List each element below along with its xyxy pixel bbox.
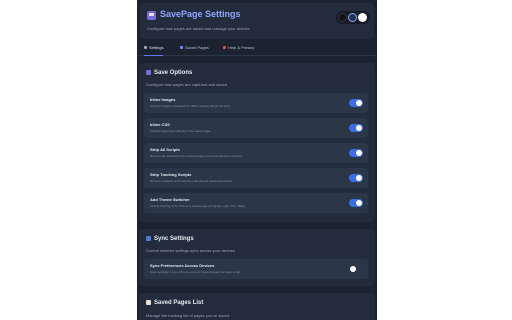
theme-slate-button[interactable]: [348, 13, 357, 22]
folder-icon: [180, 46, 183, 50]
option-description: Include floating UI for theme to saved p…: [150, 204, 246, 208]
page-subtitle: Configure how pages are saved and manage…: [147, 26, 250, 31]
floppy-disk-icon: [146, 70, 151, 75]
toggle-knob: [356, 200, 362, 206]
toggle-knob: [356, 125, 362, 131]
option-label: Inline CSS: [150, 122, 170, 127]
strip-tracking-scripts-toggle[interactable]: [349, 174, 363, 182]
floppy-disk-icon: [147, 11, 156, 20]
option-label: Strip All Scripts: [150, 147, 180, 152]
card-title: Sync Settings: [146, 236, 194, 242]
saved-pages-list-card: Saved Pages List Manage the tracking lis…: [139, 293, 375, 320]
sync-preferences-toggle[interactable]: [349, 265, 363, 273]
card-title: Save Options: [146, 70, 192, 76]
gear-icon: [144, 46, 147, 50]
option-label: Strip Tracking Scripts: [150, 172, 192, 177]
pin-icon: [223, 46, 226, 50]
toggle-knob: [350, 266, 356, 272]
option-label: Inline Images: [150, 97, 176, 102]
option-inline-css: Inline CSS Include stylesheets directly …: [144, 118, 368, 138]
card-title-text: Saved Pages List: [154, 300, 204, 306]
theme-dark-button[interactable]: [338, 13, 347, 22]
option-description: Convert images to base64 for offline vie…: [150, 104, 231, 108]
toggle-knob: [356, 100, 362, 106]
page-title: SavePage Settings: [160, 9, 241, 19]
strip-all-scripts-toggle[interactable]: [349, 149, 363, 157]
card-title-text: Save Options: [154, 70, 193, 76]
theme-switcher: [336, 11, 370, 24]
tab-bar: Settings Saved Pages Help & Privacy: [137, 43, 377, 56]
tab-label: Saved Pages: [185, 45, 209, 50]
tab-label: Help & Privacy: [228, 45, 255, 50]
option-description: Save settings to your Chrome account (sa…: [150, 270, 241, 274]
option-label: Add Theme Switcher: [150, 197, 190, 202]
option-add-theme-switcher: Add Theme Switcher Include floating UI f…: [144, 193, 368, 213]
sync-settings-card: Sync Settings Control whether settings s…: [139, 229, 375, 286]
toggle-knob: [356, 175, 362, 181]
option-description: Remove analytics and tracking code (keep…: [150, 179, 233, 183]
tab-saved-pages[interactable]: Saved Pages: [180, 45, 209, 55]
option-strip-tracking-scripts: Strip Tracking Scripts Remove analytics …: [144, 168, 368, 188]
option-inline-images: Inline Images Convert images to base64 f…: [144, 93, 368, 113]
card-description: Control whether settings sync across you…: [146, 248, 235, 253]
inline-images-toggle[interactable]: [349, 99, 363, 107]
tab-label: Settings: [149, 45, 164, 50]
settings-page: SavePage Settings Configure how pages ar…: [137, 0, 377, 320]
notepad-icon: [146, 300, 151, 305]
tab-settings[interactable]: Settings: [144, 45, 164, 56]
sync-icon: [146, 236, 151, 241]
add-theme-switcher-toggle[interactable]: [349, 199, 363, 207]
option-label: Sync Preferences Across Devices: [150, 263, 215, 268]
card-title-text: Sync Settings: [154, 236, 194, 242]
card-description: Manage the tracking list of pages you've…: [146, 313, 230, 318]
toggle-knob: [356, 150, 362, 156]
option-sync-preferences: Sync Preferences Across Devices Save set…: [144, 259, 368, 279]
tab-help-privacy[interactable]: Help & Privacy: [223, 45, 254, 55]
option-description: Remove all JavaScript from saved pages (…: [150, 154, 243, 158]
inline-css-toggle[interactable]: [349, 124, 363, 132]
header: SavePage Settings Configure how pages ar…: [140, 3, 374, 39]
card-title: Saved Pages List: [146, 300, 203, 306]
option-description: Include stylesheets directly in the save…: [150, 129, 211, 133]
save-options-card: Save Options Configure how pages are cap…: [139, 63, 375, 222]
card-description: Configure how pages are captured and sav…: [146, 82, 227, 87]
theme-light-button[interactable]: [358, 13, 367, 22]
option-strip-all-scripts: Strip All Scripts Remove all JavaScript …: [144, 143, 368, 163]
